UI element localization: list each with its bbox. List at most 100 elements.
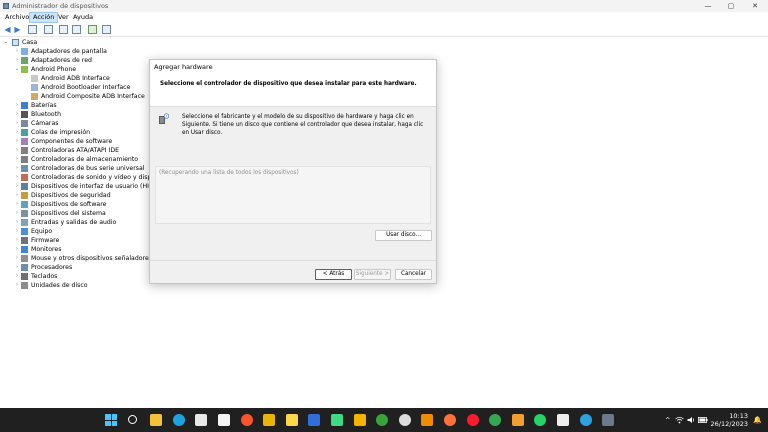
menu-ayuda[interactable]: Ayuda	[70, 12, 96, 23]
expand-chevron-icon[interactable]: ›	[14, 191, 20, 200]
expand-chevron-icon[interactable]: ›	[14, 245, 20, 254]
expand-chevron-icon[interactable]: ›	[14, 110, 20, 119]
l-app-icon[interactable]	[218, 414, 230, 426]
back-arrow-icon[interactable]: ◀	[3, 25, 12, 34]
clock-app-icon[interactable]	[399, 414, 411, 426]
telegram-icon[interactable]	[580, 414, 592, 426]
android-studio-icon[interactable]	[331, 414, 343, 426]
capcut-icon[interactable]	[557, 414, 569, 426]
tree-item-label: Android ADB Interface	[41, 75, 110, 82]
store-icon[interactable]	[195, 414, 207, 426]
expand-chevron-icon[interactable]: ›	[14, 164, 20, 173]
security-device-icon	[21, 192, 28, 199]
expand-chevron-icon[interactable]: ›	[14, 218, 20, 227]
expand-chevron-icon[interactable]: ›	[14, 182, 20, 191]
layers-icon[interactable]	[512, 414, 524, 426]
menu-bar: Archivo Acción Ver Ayuda	[0, 12, 768, 23]
tree-item-label: Dispositivos de seguridad	[31, 192, 111, 199]
battery-icon[interactable]	[698, 417, 708, 423]
vlc-icon[interactable]	[421, 414, 433, 426]
tree-item-label: Dispositivos de software	[31, 201, 107, 208]
cancel-button[interactable]: Cancelar	[395, 269, 432, 280]
camera-icon	[21, 120, 28, 127]
menu-archivo[interactable]: Archivo	[2, 12, 32, 23]
scan-hardware-icon[interactable]	[88, 25, 97, 34]
expand-chevron-icon[interactable]: ›	[14, 146, 20, 155]
notes-icon[interactable]	[286, 414, 298, 426]
collapse-chevron-icon[interactable]: ⌄	[3, 38, 9, 47]
help-icon[interactable]	[59, 25, 68, 34]
opera-icon[interactable]	[467, 414, 479, 426]
maximize-button[interactable]: ▢	[720, 0, 742, 12]
dialog-header: Seleccione el controlador de dispositivo…	[150, 74, 436, 107]
expand-chevron-icon[interactable]: ›	[14, 47, 20, 56]
search-icon[interactable]	[128, 415, 137, 424]
dialog-instructions: Seleccione el fabricante y el modelo de …	[182, 114, 424, 136]
use-disk-button[interactable]: Usar disco...	[375, 230, 432, 241]
magnifier-app-icon[interactable]	[263, 414, 275, 426]
ide-controller-icon	[21, 147, 28, 154]
monitor-icon[interactable]	[102, 25, 111, 34]
tree-item-label: Baterías	[31, 102, 57, 109]
edge-icon[interactable]	[173, 414, 185, 426]
expand-chevron-icon[interactable]: ›	[14, 173, 20, 182]
battery-icon	[21, 102, 28, 109]
details-icon[interactable]	[72, 25, 81, 34]
expand-chevron-icon[interactable]: ›	[14, 263, 20, 272]
expand-chevron-icon[interactable]: ›	[14, 128, 20, 137]
back-button[interactable]: < Atrás	[315, 269, 352, 280]
windows-start-icon[interactable]	[105, 414, 117, 426]
android-phone-icon	[21, 66, 28, 73]
expand-chevron-icon[interactable]: ›	[14, 236, 20, 245]
next-button[interactable]: Siguiente >	[354, 269, 391, 280]
taskbar-clock[interactable]: 10:13 26/12/2023	[708, 412, 748, 428]
minimize-button[interactable]: —	[697, 0, 719, 12]
close-button[interactable]: ✕	[744, 0, 766, 12]
expand-chevron-icon[interactable]: ›	[14, 101, 20, 110]
device-manager-app-icon	[3, 3, 9, 9]
expand-chevron-icon[interactable]: ›	[14, 281, 20, 290]
expand-chevron-icon[interactable]: ›	[14, 137, 20, 146]
firmware-icon	[21, 237, 28, 244]
toolbar: ◀ ▶	[0, 23, 768, 37]
volume-icon[interactable]	[687, 416, 696, 424]
storage-controller-icon	[21, 156, 28, 163]
list-view-icon[interactable]	[44, 25, 53, 34]
driver-list-box[interactable]: (Recuperando una lista de todos los disp…	[155, 166, 431, 224]
expand-chevron-icon[interactable]: ›	[14, 209, 20, 218]
whatsapp-icon[interactable]	[534, 414, 546, 426]
device-manager-icon[interactable]	[602, 414, 614, 426]
xbox-icon[interactable]	[376, 414, 388, 426]
tree-item-label: Adaptadores de red	[31, 57, 92, 64]
expand-chevron-icon[interactable]: ›	[14, 200, 20, 209]
expand-chevron-icon[interactable]: ›	[14, 227, 20, 236]
wifi-icon[interactable]	[675, 416, 684, 424]
audio-io-icon	[21, 219, 28, 226]
brave-icon[interactable]	[241, 414, 253, 426]
forward-arrow-icon[interactable]: ▶	[13, 25, 22, 34]
window-title-bar: Administrador de dispositivos — ▢ ✕	[0, 0, 768, 12]
properties-icon[interactable]	[28, 25, 37, 34]
tree-item-label: Colas de impresión	[31, 129, 91, 136]
expand-chevron-icon[interactable]: ›	[14, 119, 20, 128]
file-explorer-icon[interactable]	[150, 414, 162, 426]
chrome-icon[interactable]	[489, 414, 501, 426]
tray-chevron-icon[interactable]: ^	[665, 416, 670, 424]
expand-chevron-icon[interactable]: ›	[14, 254, 20, 263]
winamp-icon[interactable]	[354, 414, 366, 426]
collapse-chevron-icon[interactable]: ⌄	[14, 65, 20, 74]
expand-chevron-icon[interactable]: ›	[14, 56, 20, 65]
taskbar: ^ 10:13 26/12/2023 🔔	[0, 408, 768, 432]
ps-icon[interactable]	[308, 414, 320, 426]
disk-drive-icon	[21, 282, 28, 289]
menu-accion[interactable]: Acción	[29, 12, 59, 23]
expand-chevron-icon[interactable]: ›	[14, 155, 20, 164]
computer-icon	[12, 39, 19, 46]
expand-chevron-icon[interactable]: ›	[14, 272, 20, 281]
tree-item-label: Procesadores	[31, 264, 73, 271]
computer-icon	[21, 228, 28, 235]
notification-bell-icon[interactable]: 🔔	[753, 416, 762, 424]
firefox-icon[interactable]	[444, 414, 456, 426]
keyboard-icon	[21, 273, 28, 280]
dialog-heading: Seleccione el controlador de dispositivo…	[160, 81, 417, 87]
